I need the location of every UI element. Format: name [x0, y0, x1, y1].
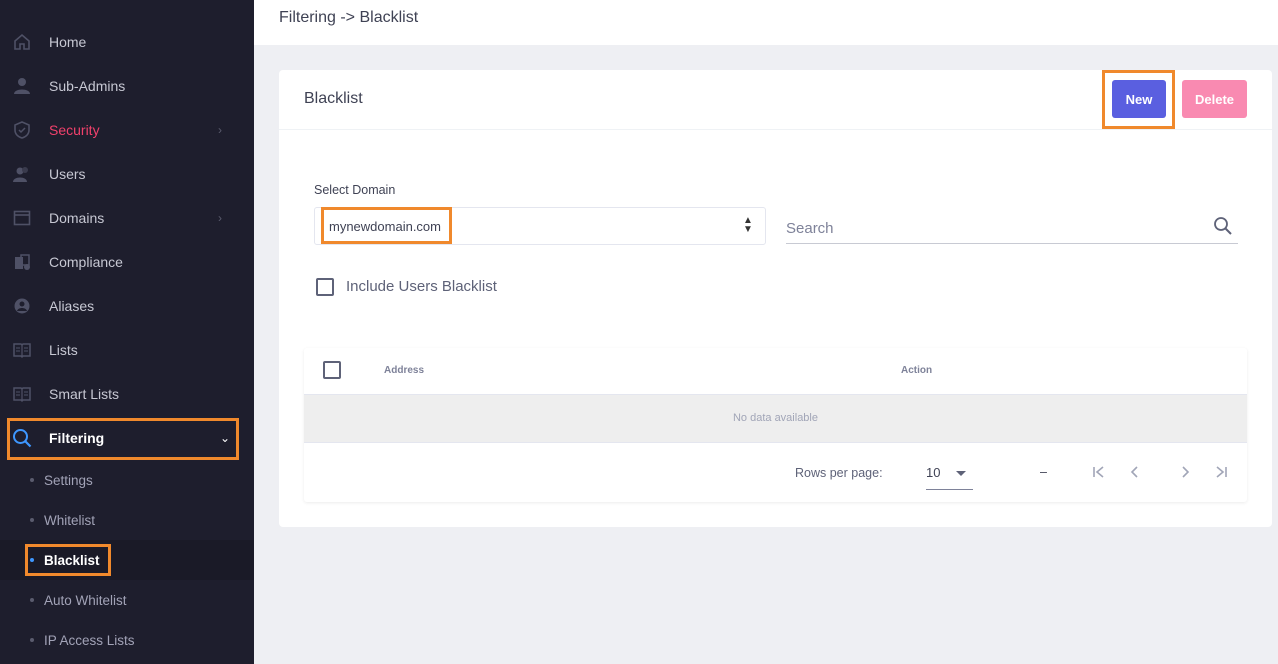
page-range: –: [1040, 465, 1047, 479]
chevron-down-icon: ⌄: [220, 431, 231, 445]
sidebar-subitem-label: Auto Whitelist: [44, 592, 127, 608]
caret-down-icon: [956, 471, 966, 476]
table-row: No data available: [304, 395, 1247, 443]
shield-icon: [12, 120, 32, 140]
sidebar-item-sub-admins[interactable]: Sub-Admins: [0, 64, 254, 108]
sidebar-subitem-whitelist[interactable]: Whitelist: [0, 500, 254, 540]
sidebar-subitem-label: Settings: [44, 472, 93, 488]
sidebar-item-label: Compliance: [49, 254, 123, 270]
card-title: Blacklist: [304, 90, 363, 107]
search-icon[interactable]: [1213, 216, 1235, 238]
search-icon: [12, 428, 32, 448]
sidebar-item-label: Aliases: [49, 298, 95, 314]
person-icon: [12, 76, 32, 96]
sidebar-item-security[interactable]: Security ›: [0, 108, 254, 152]
sidebar-item-label: Smart Lists: [49, 386, 120, 402]
last-page-icon[interactable]: [1210, 461, 1232, 483]
select-domain-label: Select Domain: [314, 183, 396, 197]
search-box: [786, 210, 1238, 244]
sidebar-item-label: Filtering: [49, 430, 105, 446]
column-header-address[interactable]: Address: [384, 365, 424, 376]
chevron-right-icon: ›: [218, 211, 222, 225]
include-users-checkbox[interactable]: [316, 278, 334, 296]
sidebar-subitem-label: IP Access Lists: [44, 632, 135, 648]
card-header: Blacklist New Delete: [279, 70, 1272, 130]
window-icon: [12, 208, 32, 228]
sidebar-item-compliance[interactable]: Compliance: [0, 240, 254, 284]
sidebar-item-filtering[interactable]: Filtering ⌄: [0, 416, 254, 460]
bullet-icon: [30, 558, 34, 562]
bullet-icon: [30, 478, 34, 482]
sidebar-item-domains[interactable]: Domains ›: [0, 196, 254, 240]
sidebar-subitem-label: Whitelist: [44, 512, 96, 528]
select-all-checkbox[interactable]: [323, 361, 341, 379]
book-icon: [12, 384, 32, 404]
domain-select[interactable]: mynewdomain.com ▲ ▼: [314, 207, 766, 245]
sidebar-item-aliases[interactable]: Aliases: [0, 284, 254, 328]
sidebar-subitem-ip-access-lists[interactable]: IP Access Lists: [0, 620, 254, 660]
table-footer: Rows per page: 10 –: [304, 444, 1247, 502]
rows-per-page-label: Rows per page:: [795, 466, 883, 480]
blacklist-card: Blacklist New Delete Select Domain mynew…: [279, 70, 1272, 527]
sidebar-item-label: Domains: [49, 210, 105, 226]
include-users-label: Include Users Blacklist: [346, 278, 497, 295]
sidebar-item-users[interactable]: Users: [0, 152, 254, 196]
sidebar-item-label: Sub-Admins: [49, 78, 126, 94]
home-icon: [12, 32, 32, 52]
rows-per-page-value: 10: [926, 465, 941, 480]
new-button[interactable]: New: [1112, 80, 1166, 118]
blacklist-table: Address Action No data available Rows pe…: [304, 348, 1247, 502]
sidebar-item-label: Security: [49, 122, 100, 138]
alias-icon: [12, 296, 32, 316]
sidebar-subitem-blacklist[interactable]: Blacklist: [0, 540, 254, 580]
sidebar-item-label: Lists: [49, 342, 78, 358]
delete-button[interactable]: Delete: [1182, 80, 1247, 118]
page-header: Filtering -> Blacklist: [254, 0, 1278, 45]
table-header: Address Action: [304, 348, 1247, 395]
sidebar-item-label: Users: [49, 166, 86, 182]
bullet-icon: [30, 638, 34, 642]
search-input[interactable]: [786, 218, 1196, 238]
no-data-text: No data available: [732, 412, 818, 424]
compliance-icon: [12, 252, 32, 272]
sidebar-item-smart-lists[interactable]: Smart Lists: [0, 372, 254, 416]
sidebar-subitem-label: Blacklist: [44, 552, 100, 568]
sidebar-item-home[interactable]: Home: [0, 20, 254, 64]
select-arrows-icon: ▲ ▼: [743, 215, 753, 235]
domain-select-value: mynewdomain.com: [329, 219, 441, 234]
next-page-icon[interactable]: [1174, 461, 1196, 483]
bullet-icon: [30, 518, 34, 522]
first-page-icon[interactable]: [1088, 461, 1110, 483]
bullet-icon: [30, 598, 34, 602]
sidebar-item-label: Home: [49, 34, 87, 50]
sidebar-subitem-auto-whitelist[interactable]: Auto Whitelist: [0, 580, 254, 620]
prev-page-icon[interactable]: [1124, 461, 1146, 483]
users-icon: [12, 164, 32, 184]
sidebar: Home Sub-Admins Security › Users Domains…: [0, 0, 254, 664]
chevron-right-icon: ›: [218, 123, 222, 137]
rows-per-page-select[interactable]: 10: [926, 456, 973, 490]
breadcrumb: Filtering -> Blacklist: [279, 9, 419, 26]
sidebar-subitem-settings[interactable]: Settings: [0, 460, 254, 500]
sidebar-item-lists[interactable]: Lists: [0, 328, 254, 372]
column-header-action: Action: [901, 365, 933, 376]
book-icon: [12, 340, 32, 360]
